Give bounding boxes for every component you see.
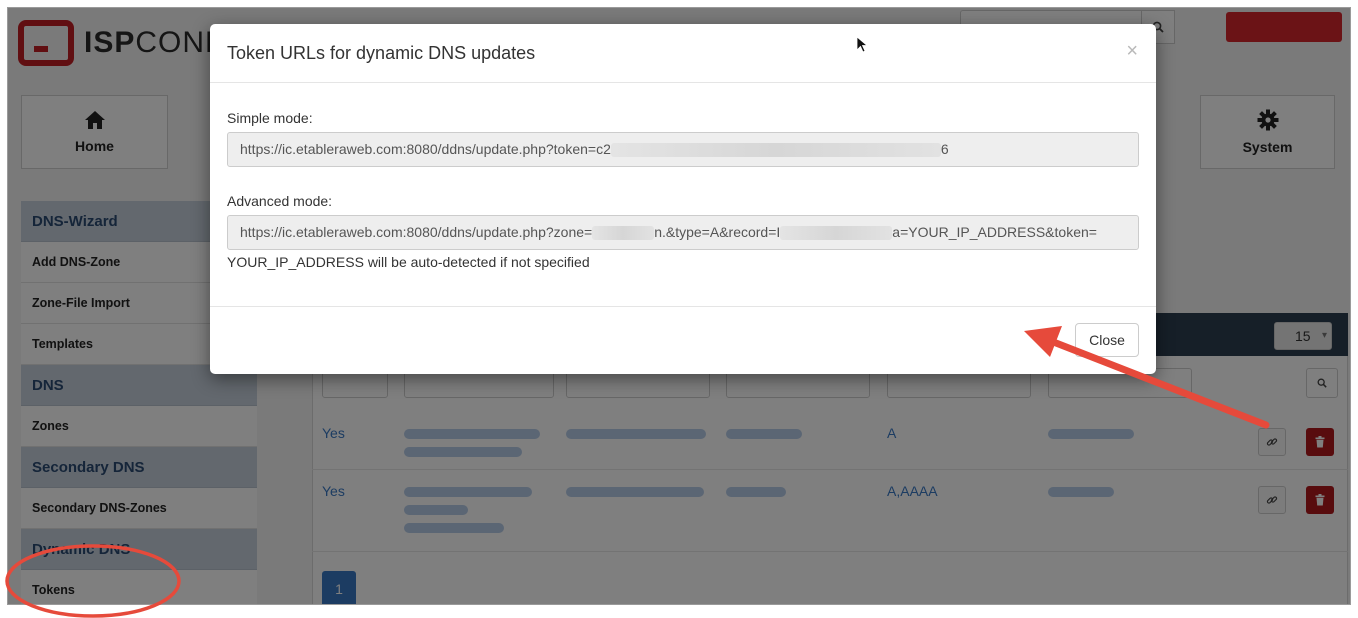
modal-header: Token URLs for dynamic DNS updates × — [210, 24, 1156, 83]
modal-footer: Close — [210, 306, 1156, 374]
advanced-mode-url-field[interactable]: https://ic.etableraweb.com:8080/ddns/upd… — [227, 215, 1139, 250]
modal-close-x-icon[interactable]: × — [1126, 40, 1138, 63]
redacted-zone — [592, 226, 655, 241]
ispconfig-app: ISPCONF Home System DNS-Wizard Add DNS-Z… — [7, 7, 1351, 605]
simple-mode-url-field[interactable]: https://ic.etableraweb.com:8080/ddns/upd… — [227, 132, 1139, 167]
simple-url-suffix: 6 — [940, 141, 949, 157]
advanced-url-part3: a=YOUR_IP_ADDRESS&token= — [892, 224, 1097, 240]
advanced-url-part2: n.&type=A&record=I — [654, 224, 781, 240]
redacted-record — [780, 226, 893, 241]
redacted-token — [610, 143, 941, 158]
token-urls-modal: Token URLs for dynamic DNS updates × Sim… — [210, 24, 1156, 374]
modal-title: Token URLs for dynamic DNS updates — [227, 43, 536, 63]
close-button[interactable]: Close — [1075, 323, 1139, 357]
mouse-pointer-icon — [856, 36, 869, 59]
simple-mode-label: Simple mode: — [227, 110, 313, 126]
advanced-mode-label: Advanced mode: — [227, 193, 333, 209]
advanced-url-part1: https://ic.etableraweb.com:8080/ddns/upd… — [240, 224, 593, 240]
modal-body: Simple mode: https://ic.etableraweb.com:… — [227, 83, 1139, 270]
simple-url-prefix: https://ic.etableraweb.com:8080/ddns/upd… — [240, 141, 611, 157]
ip-address-help-text: YOUR_IP_ADDRESS will be auto-detected if… — [227, 254, 590, 270]
